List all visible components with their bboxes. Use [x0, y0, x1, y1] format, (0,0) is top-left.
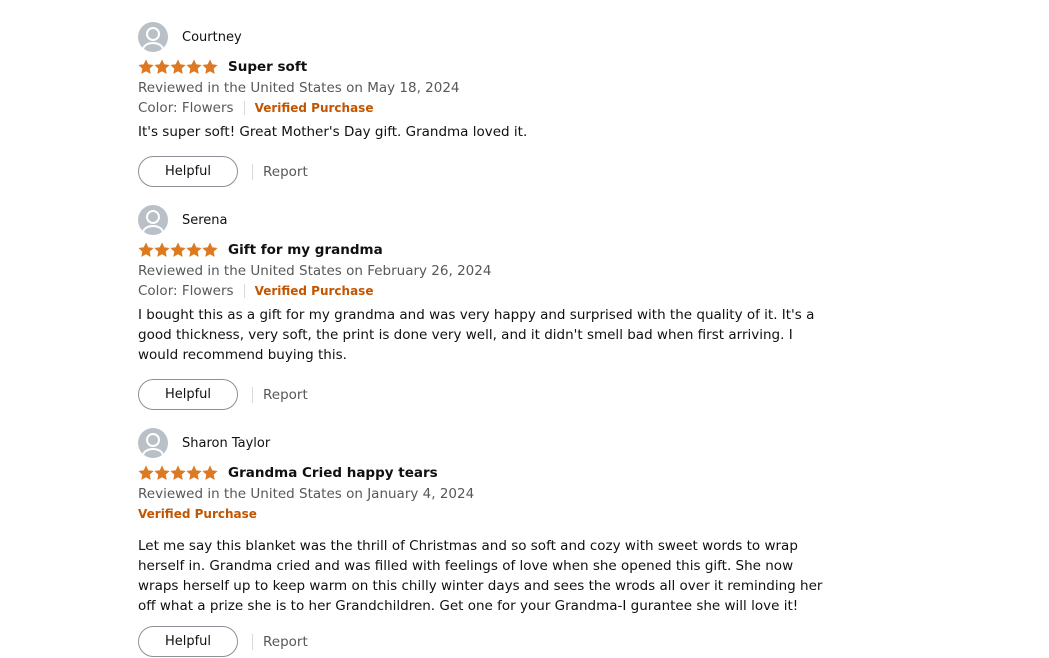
star-icon: [186, 242, 202, 257]
avatar-icon: [138, 22, 168, 52]
helpful-button[interactable]: Helpful: [138, 156, 238, 187]
star-rating[interactable]: [138, 242, 218, 258]
star-rating[interactable]: [138, 59, 218, 75]
report-link[interactable]: Report: [263, 634, 308, 650]
divider: [252, 163, 253, 180]
review-title[interactable]: Grandma Cried happy tears: [228, 465, 438, 481]
divider: [243, 101, 245, 115]
star-icon: [170, 242, 186, 257]
star-icon: [186, 465, 202, 480]
star-icon: [186, 59, 202, 74]
format-strip: Color: Flowers Verified Purchase: [138, 281, 828, 301]
divider: [252, 633, 253, 650]
review-date: Reviewed in the United States on May 18,…: [138, 80, 460, 96]
reviewer-name: Sharon Taylor: [182, 435, 271, 451]
report-link[interactable]: Report: [263, 387, 308, 403]
avatar-icon: [138, 428, 168, 458]
star-icon: [202, 465, 218, 480]
reviewer-name: Courtney: [182, 29, 242, 45]
review-body: It's super soft! Great Mother's Day gift…: [138, 124, 528, 140]
reviewer-name: Serena: [182, 212, 228, 228]
verified-purchase-badge: Verified Purchase: [138, 507, 257, 521]
verified-purchase-badge: Verified Purchase: [254, 101, 374, 115]
review-body: I bought this as a gift for my grandma a…: [138, 307, 815, 363]
avatar-icon: [138, 205, 168, 235]
star-icon: [154, 59, 170, 74]
review-actions: Helpful Report: [138, 626, 828, 657]
star-icon: [138, 242, 154, 257]
star-icon: [138, 465, 154, 480]
helpful-button[interactable]: Helpful: [138, 626, 238, 657]
star-icon: [154, 242, 170, 257]
review-body: Let me say this blanket was the thrill o…: [138, 538, 823, 614]
review-actions: Helpful Report: [138, 379, 828, 410]
format-label[interactable]: Color: Flowers: [138, 98, 234, 118]
star-icon: [154, 465, 170, 480]
divider: [243, 284, 245, 298]
format-strip: Color: Flowers Verified Purchase: [138, 98, 828, 118]
verified-purchase-badge: Verified Purchase: [254, 284, 374, 298]
review-title[interactable]: Gift for my grandma: [228, 242, 383, 258]
star-rating[interactable]: [138, 465, 218, 481]
reviewer-profile[interactable]: Sharon Taylor: [138, 428, 828, 458]
review-title[interactable]: Super soft: [228, 59, 307, 75]
format-label[interactable]: Color: Flowers: [138, 281, 234, 301]
reviewer-profile[interactable]: Courtney: [138, 22, 828, 52]
review-card: Serena Gift for my grandma Reviewed in t…: [138, 205, 828, 410]
review-actions: Helpful Report: [138, 156, 828, 187]
star-icon: [170, 59, 186, 74]
divider: [252, 386, 253, 403]
report-link[interactable]: Report: [263, 164, 308, 180]
review-card: Sharon Taylor Grandma Cried happy tears …: [138, 428, 828, 657]
reviewer-profile[interactable]: Serena: [138, 205, 828, 235]
star-icon: [170, 465, 186, 480]
star-icon: [202, 59, 218, 74]
review-date: Reviewed in the United States on Februar…: [138, 263, 492, 279]
helpful-button[interactable]: Helpful: [138, 379, 238, 410]
format-strip: Verified Purchase: [138, 504, 828, 524]
review-date: Reviewed in the United States on January…: [138, 486, 475, 502]
star-icon: [138, 59, 154, 74]
review-card: Courtney Super soft Reviewed in the Unit…: [138, 22, 828, 187]
star-icon: [202, 242, 218, 257]
